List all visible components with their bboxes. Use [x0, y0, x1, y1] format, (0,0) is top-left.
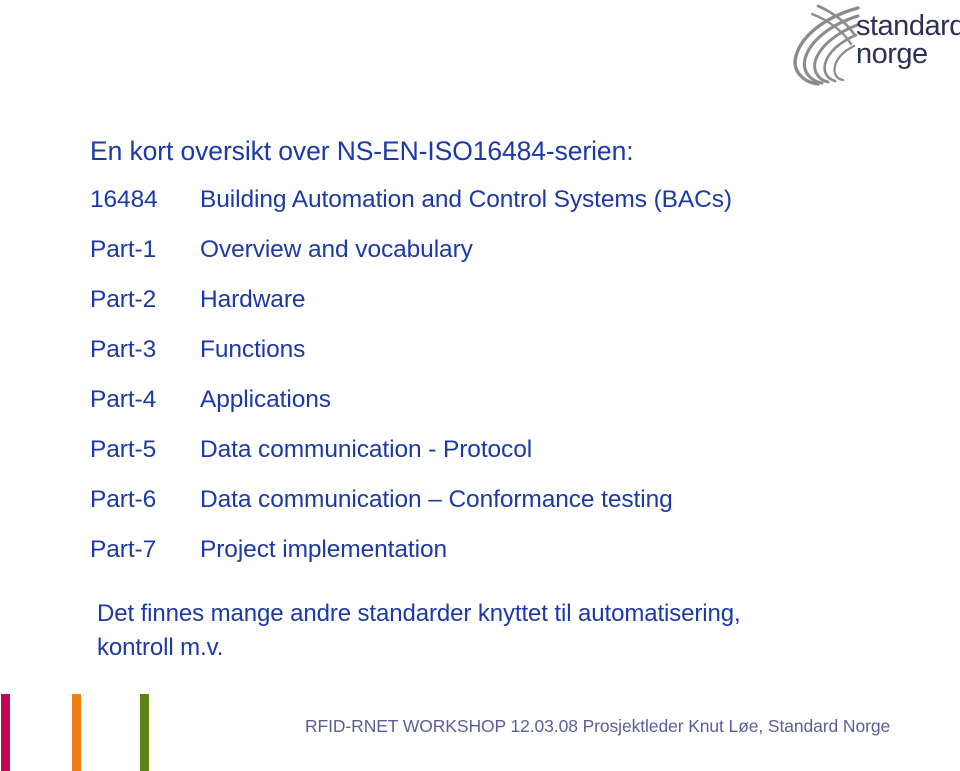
closing-note-line-1: Det finnes mange andre standarder knytte… — [97, 600, 741, 627]
standard-norge-logo: standard norge — [788, 4, 960, 88]
row-text: Data communication – Conformance testing — [200, 486, 673, 513]
standard-row-part-2: Part-2 Hardware — [90, 286, 940, 320]
row-label: Part-1 — [90, 236, 157, 263]
row-label: Part-5 — [90, 436, 157, 463]
row-label: Part-4 — [90, 386, 157, 413]
row-text: Functions — [200, 336, 306, 363]
standard-row-part-6: Part-6 Data communication – Conformance … — [90, 486, 940, 520]
row-text: Building Automation and Control Systems … — [200, 186, 732, 213]
closing-note-line-2: kontroll m.v. — [97, 634, 224, 661]
standard-row-part-3: Part-3 Functions — [90, 336, 940, 370]
row-text: Project implementation — [200, 536, 447, 563]
decor-bar-orange — [72, 694, 81, 771]
logo-word-norge: norge — [856, 38, 928, 70]
row-text: Data communication - Protocol — [200, 436, 533, 463]
logo-word-standard: standard — [856, 10, 960, 42]
row-label: Part-2 — [90, 286, 157, 313]
row-label: Part-6 — [90, 486, 157, 513]
row-text: Overview and vocabulary — [200, 236, 473, 263]
row-text: Applications — [200, 386, 331, 413]
row-label: Part-7 — [90, 536, 157, 563]
row-text: Hardware — [200, 286, 306, 313]
slide-footer: RFID-RNET WORKSHOP 12.03.08 Prosjektlede… — [305, 716, 891, 736]
row-label: 16484 — [90, 186, 158, 213]
closing-note: Det finnes mange andre standarder knytte… — [97, 597, 887, 665]
decor-bar-crimson — [1, 694, 10, 771]
standard-row-part-1: Part-1 Overview and vocabulary — [90, 236, 940, 270]
standard-row-part-7: Part-7 Project implementation — [90, 536, 940, 570]
logo-wordmark: standard norge — [856, 10, 960, 70]
standard-row-16484: 16484 Building Automation and Control Sy… — [90, 186, 940, 220]
row-label: Part-3 — [90, 336, 157, 363]
slide-canvas: standard norge En kort oversikt over NS-… — [0, 0, 960, 771]
standard-row-part-5: Part-5 Data communication - Protocol — [90, 436, 940, 470]
standard-row-part-4: Part-4 Applications — [90, 386, 940, 420]
slide-title: En kort oversikt over NS-EN-ISO16484-ser… — [90, 136, 634, 166]
swoosh-arcs-icon — [788, 4, 862, 88]
decor-bar-green — [140, 694, 149, 771]
